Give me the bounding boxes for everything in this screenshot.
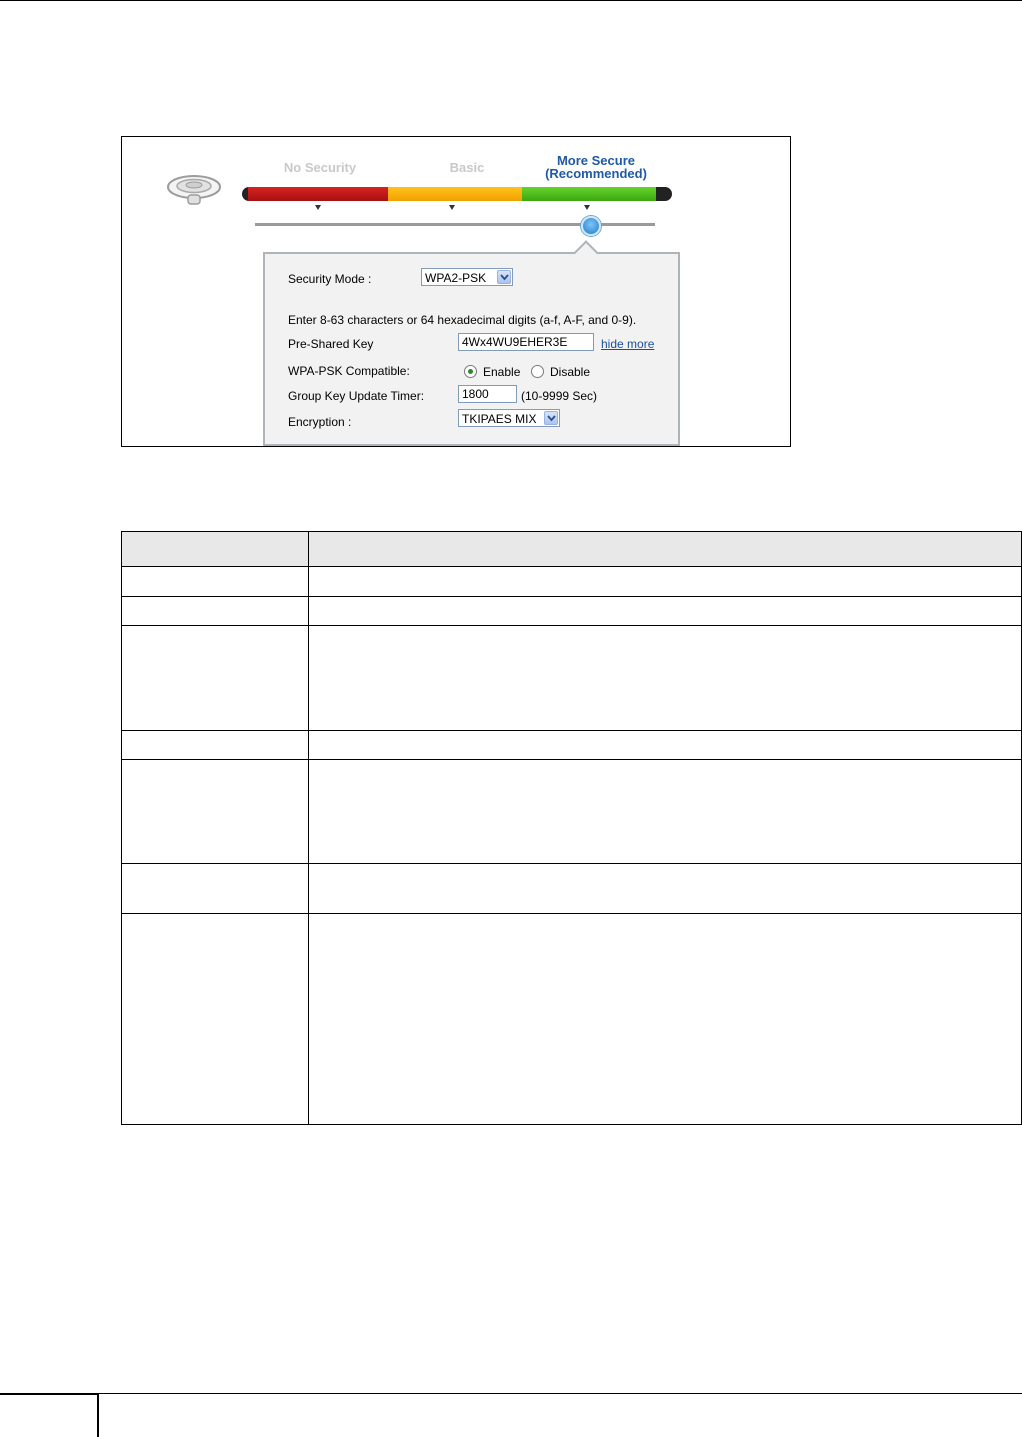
level-basic[interactable]: Basic xyxy=(422,161,512,174)
table-row xyxy=(121,759,1022,864)
group-key-label: Group Key Update Timer: xyxy=(288,389,425,403)
group-key-range: (10-9999 Sec) xyxy=(521,389,598,403)
table-row xyxy=(121,863,1022,914)
level-more-secure[interactable]: More Secure (Recommended) xyxy=(522,154,670,180)
table-header-cell xyxy=(121,531,309,567)
wireless-security-screenshot: No Security Basic More Secure (Recommend… xyxy=(121,136,791,447)
table-cell xyxy=(121,913,309,1125)
enable-label[interactable]: Enable xyxy=(483,365,520,379)
table-cell xyxy=(121,625,309,731)
encryption-label: Encryption : xyxy=(288,415,352,429)
radio-selected-dot xyxy=(468,369,473,374)
tick-more-secure-icon xyxy=(584,205,590,210)
psk-instructions: Enter 8-63 characters or 64 hexadecimal … xyxy=(288,313,637,327)
table-row xyxy=(121,625,1022,731)
slider-knob-icon[interactable] xyxy=(581,216,601,236)
tick-no-security-icon xyxy=(315,205,321,210)
psk-input[interactable]: 4Wx4WU9EHER3E xyxy=(458,333,594,351)
security-level-bar xyxy=(242,187,672,201)
table-cell xyxy=(308,596,1022,626)
security-mode-select[interactable]: WPA2-PSK xyxy=(421,268,513,286)
enable-radio[interactable] xyxy=(464,365,477,378)
level-no-security[interactable]: No Security xyxy=(270,161,370,174)
psk-label: Pre-Shared Key xyxy=(288,337,374,351)
bar-segment-no-security xyxy=(248,187,388,201)
table-cell xyxy=(121,863,309,914)
disable-label[interactable]: Disable xyxy=(550,365,590,379)
wpa-compat-label: WPA-PSK Compatible: xyxy=(288,364,410,378)
bar-segment-more-secure xyxy=(522,187,656,201)
table-header-row xyxy=(121,531,1022,567)
table-cell xyxy=(121,566,309,597)
encryption-value: TKIPAES MIX xyxy=(462,412,537,426)
group-key-input[interactable]: 1800 xyxy=(458,385,517,403)
security-mode-value: WPA2-PSK xyxy=(425,271,487,285)
table-cell xyxy=(121,759,309,864)
security-mode-label: Security Mode : xyxy=(288,272,372,286)
table-row xyxy=(121,730,1022,760)
level-more-secure-line2: (Recommended) xyxy=(545,166,647,181)
table-cell xyxy=(308,863,1022,914)
tick-basic-icon xyxy=(449,205,455,210)
security-settings-panel: Security Mode : WPA2-PSK Enter 8-63 char… xyxy=(263,252,680,446)
header-rule xyxy=(0,0,1022,1)
table-cell xyxy=(308,625,1022,731)
table-cell xyxy=(121,596,309,626)
field-description-table xyxy=(121,531,1022,1125)
table-cell xyxy=(308,566,1022,597)
table-cell xyxy=(308,730,1022,760)
footer-rule xyxy=(99,1393,1022,1394)
table-cell xyxy=(308,913,1022,1125)
dropdown-arrow-icon xyxy=(497,270,511,284)
router-icon xyxy=(167,175,221,205)
hide-more-link[interactable]: hide more xyxy=(601,337,654,351)
table-cell xyxy=(308,759,1022,864)
dropdown-arrow-icon xyxy=(544,411,558,425)
table-header-cell xyxy=(308,531,1022,567)
table-row xyxy=(121,566,1022,597)
table-row xyxy=(121,913,1022,1125)
encryption-select[interactable]: TKIPAES MIX xyxy=(458,409,560,427)
table-row xyxy=(121,596,1022,626)
disable-radio[interactable] xyxy=(531,365,544,378)
bar-segment-basic xyxy=(388,187,522,201)
page-number-box xyxy=(0,1393,99,1437)
table-cell xyxy=(121,730,309,760)
